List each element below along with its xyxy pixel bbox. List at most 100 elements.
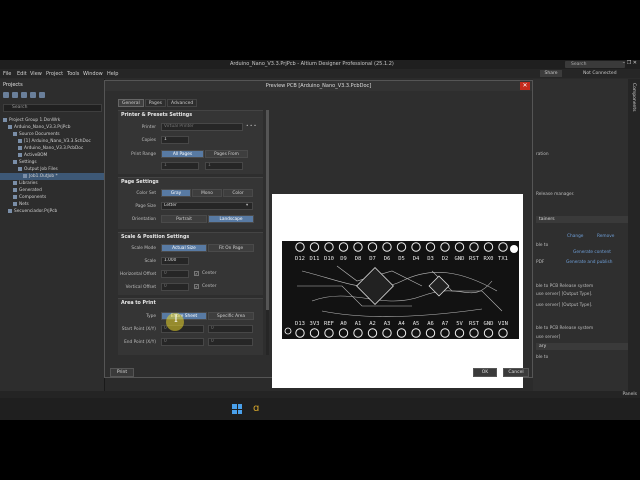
tree-item[interactable]: Secuenciador.PrjPcb bbox=[0, 208, 104, 215]
save-icon[interactable] bbox=[3, 92, 9, 98]
project-search-input[interactable]: Search bbox=[3, 104, 102, 112]
pcb-pad bbox=[382, 242, 392, 252]
landscape-option[interactable]: Landscape bbox=[208, 215, 254, 223]
tree-item[interactable]: Project Group 1.DsnWrk bbox=[0, 117, 104, 124]
generate-content-link[interactable]: Generate content bbox=[573, 250, 611, 255]
refresh-icon[interactable] bbox=[21, 92, 27, 98]
rp-text: ble to PCB Release system bbox=[536, 326, 594, 331]
menu-window[interactable]: Window bbox=[83, 71, 103, 77]
share-button[interactable]: Share bbox=[540, 70, 562, 77]
color-color-option[interactable]: Color bbox=[223, 189, 253, 197]
cancel-button[interactable]: Cancel bbox=[503, 368, 529, 377]
area-to-print-section: Area to Print Type Entire Sheet Specific… bbox=[118, 298, 263, 355]
area-type-label: Type bbox=[146, 314, 156, 319]
tree-item-label: Arduino_Nano_V3.3.PcbDoc bbox=[24, 146, 84, 151]
tab-general[interactable]: General bbox=[118, 99, 144, 107]
project-tree: Project Group 1.DsnWrk Arduino_Nano_V3.3.… bbox=[0, 117, 104, 215]
document-icon bbox=[13, 194, 17, 199]
tree-item[interactable]: Nets bbox=[0, 201, 104, 208]
pcb-pad bbox=[353, 242, 363, 252]
menu-bar: File Edit View Project Tools Window Help… bbox=[0, 69, 640, 78]
end-y-input[interactable]: 0 bbox=[208, 338, 253, 346]
letterbox-top bbox=[0, 0, 640, 60]
actual-size-option[interactable]: Actual Size bbox=[161, 244, 207, 252]
print-range-label: Print Range bbox=[131, 152, 156, 157]
portrait-option[interactable]: Portrait bbox=[161, 215, 207, 223]
printer-more-icon[interactable]: • • • bbox=[246, 124, 256, 129]
range-to-input[interactable]: 1 bbox=[205, 162, 243, 170]
menu-file[interactable]: File bbox=[3, 71, 11, 77]
tree-item[interactable]: Source Documents bbox=[0, 131, 104, 138]
tab-advanced[interactable]: Advanced bbox=[166, 99, 198, 107]
section-title: Area to Print bbox=[121, 301, 156, 306]
components-side-tab[interactable]: Components bbox=[628, 79, 640, 391]
tree-item[interactable]: Job1.OutJob * bbox=[0, 173, 104, 180]
document-icon bbox=[23, 173, 27, 178]
tree-item[interactable]: Output Job Files bbox=[0, 166, 104, 173]
windows-start-icon[interactable] bbox=[232, 404, 242, 414]
tree-item[interactable]: Libraries bbox=[0, 180, 104, 187]
horizontal-center-checkbox[interactable]: ✓ bbox=[194, 271, 199, 276]
rp-text: use server] [Output Type]. bbox=[536, 292, 593, 297]
section-title: Page Settings bbox=[121, 180, 159, 185]
menu-project[interactable]: Project bbox=[46, 71, 63, 77]
range-from-input[interactable]: 1 bbox=[161, 162, 199, 170]
rp-text: ration bbox=[536, 152, 549, 157]
tree-item[interactable]: Settings bbox=[0, 159, 104, 166]
tree-item[interactable]: [1] Arduino_Nano_V3.3.SchDoc bbox=[0, 138, 104, 145]
menu-edit[interactable]: Edit bbox=[17, 71, 27, 77]
menu-help[interactable]: Help bbox=[107, 71, 118, 77]
end-x-input[interactable]: 0 bbox=[161, 338, 204, 346]
print-button[interactable]: Print bbox=[110, 368, 134, 377]
fit-on-page-option[interactable]: Fit On Page bbox=[208, 244, 254, 252]
printer-presets-section: Printer & Presets Settings Printer Virtu… bbox=[118, 110, 263, 174]
center-label: Center bbox=[202, 284, 217, 289]
altium-app-icon[interactable]: ɑ bbox=[253, 403, 263, 415]
scrollbar-thumb[interactable] bbox=[266, 110, 269, 310]
tab-pages[interactable]: Pages bbox=[144, 99, 166, 107]
vertical-center-checkbox[interactable]: ✓ bbox=[194, 284, 199, 289]
printer-select[interactable]: Virtual Printer bbox=[161, 123, 243, 131]
tree-item[interactable]: Arduino_Nano_V3.3.PrjPcb bbox=[0, 124, 104, 131]
horizontal-offset-input[interactable]: 0 bbox=[161, 270, 189, 278]
global-search-input[interactable]: Search bbox=[565, 61, 625, 68]
rp-text: ble to bbox=[536, 355, 549, 360]
menu-view[interactable]: View bbox=[30, 71, 42, 77]
bottom-pin-labels: D13 3V3 REF A0 A1 A2 A3 A4 A5 A6 A7 5V RST GND VIN bbox=[295, 321, 508, 327]
tree-item[interactable]: ActiveBOM bbox=[0, 152, 104, 159]
page-size-select[interactable]: Letter bbox=[161, 202, 253, 210]
folder-icon[interactable] bbox=[12, 92, 18, 98]
pages-from-option[interactable]: Pages From bbox=[205, 150, 248, 158]
tree-item[interactable]: Generated bbox=[0, 187, 104, 194]
close-icon[interactable]: ✕ bbox=[520, 82, 530, 90]
end-point-label: End Point (X/Y) bbox=[124, 340, 156, 345]
scale-input[interactable]: 1.000 bbox=[161, 257, 189, 265]
generate-publish-link[interactable]: Generate and publish bbox=[566, 260, 612, 265]
ok-button[interactable]: OK bbox=[473, 368, 497, 377]
remove-link[interactable]: Remove bbox=[597, 234, 614, 239]
specific-area-option[interactable]: Specific Area bbox=[208, 312, 254, 320]
horizontal-offset-label: Horizontal Offset bbox=[120, 272, 157, 277]
color-mono-option[interactable]: Mono bbox=[192, 189, 222, 197]
color-gray-option[interactable]: Gray bbox=[161, 189, 191, 197]
menu-tools[interactable]: Tools bbox=[67, 71, 79, 77]
tree-item-label: Settings bbox=[19, 160, 37, 165]
change-link[interactable]: Change bbox=[567, 234, 583, 239]
rp-text: PDF bbox=[536, 260, 545, 265]
window-controls[interactable]: – ❐ ✕ bbox=[623, 60, 637, 66]
pin-label: D3 bbox=[427, 256, 434, 262]
tree-item[interactable]: Arduino_Nano_V3.3.PcbDoc bbox=[0, 145, 104, 152]
vertical-offset-input[interactable]: 0 bbox=[161, 283, 189, 291]
connection-status[interactable]: Not Connected bbox=[583, 71, 617, 76]
vertical-offset-label: Vertical Offset bbox=[125, 285, 156, 290]
expand-icon[interactable] bbox=[30, 92, 36, 98]
pcb-pad bbox=[324, 242, 334, 252]
chevron-down-icon[interactable]: ▾ bbox=[246, 203, 248, 208]
all-pages-option[interactable]: All Pages bbox=[161, 150, 204, 158]
copies-input[interactable]: 1 bbox=[161, 136, 189, 144]
settings-scrollbar[interactable] bbox=[266, 110, 269, 355]
panels-button[interactable]: Panels bbox=[623, 392, 637, 397]
start-y-input[interactable]: 0 bbox=[208, 325, 253, 333]
tree-item[interactable]: Components bbox=[0, 194, 104, 201]
gear-icon[interactable] bbox=[39, 92, 45, 98]
